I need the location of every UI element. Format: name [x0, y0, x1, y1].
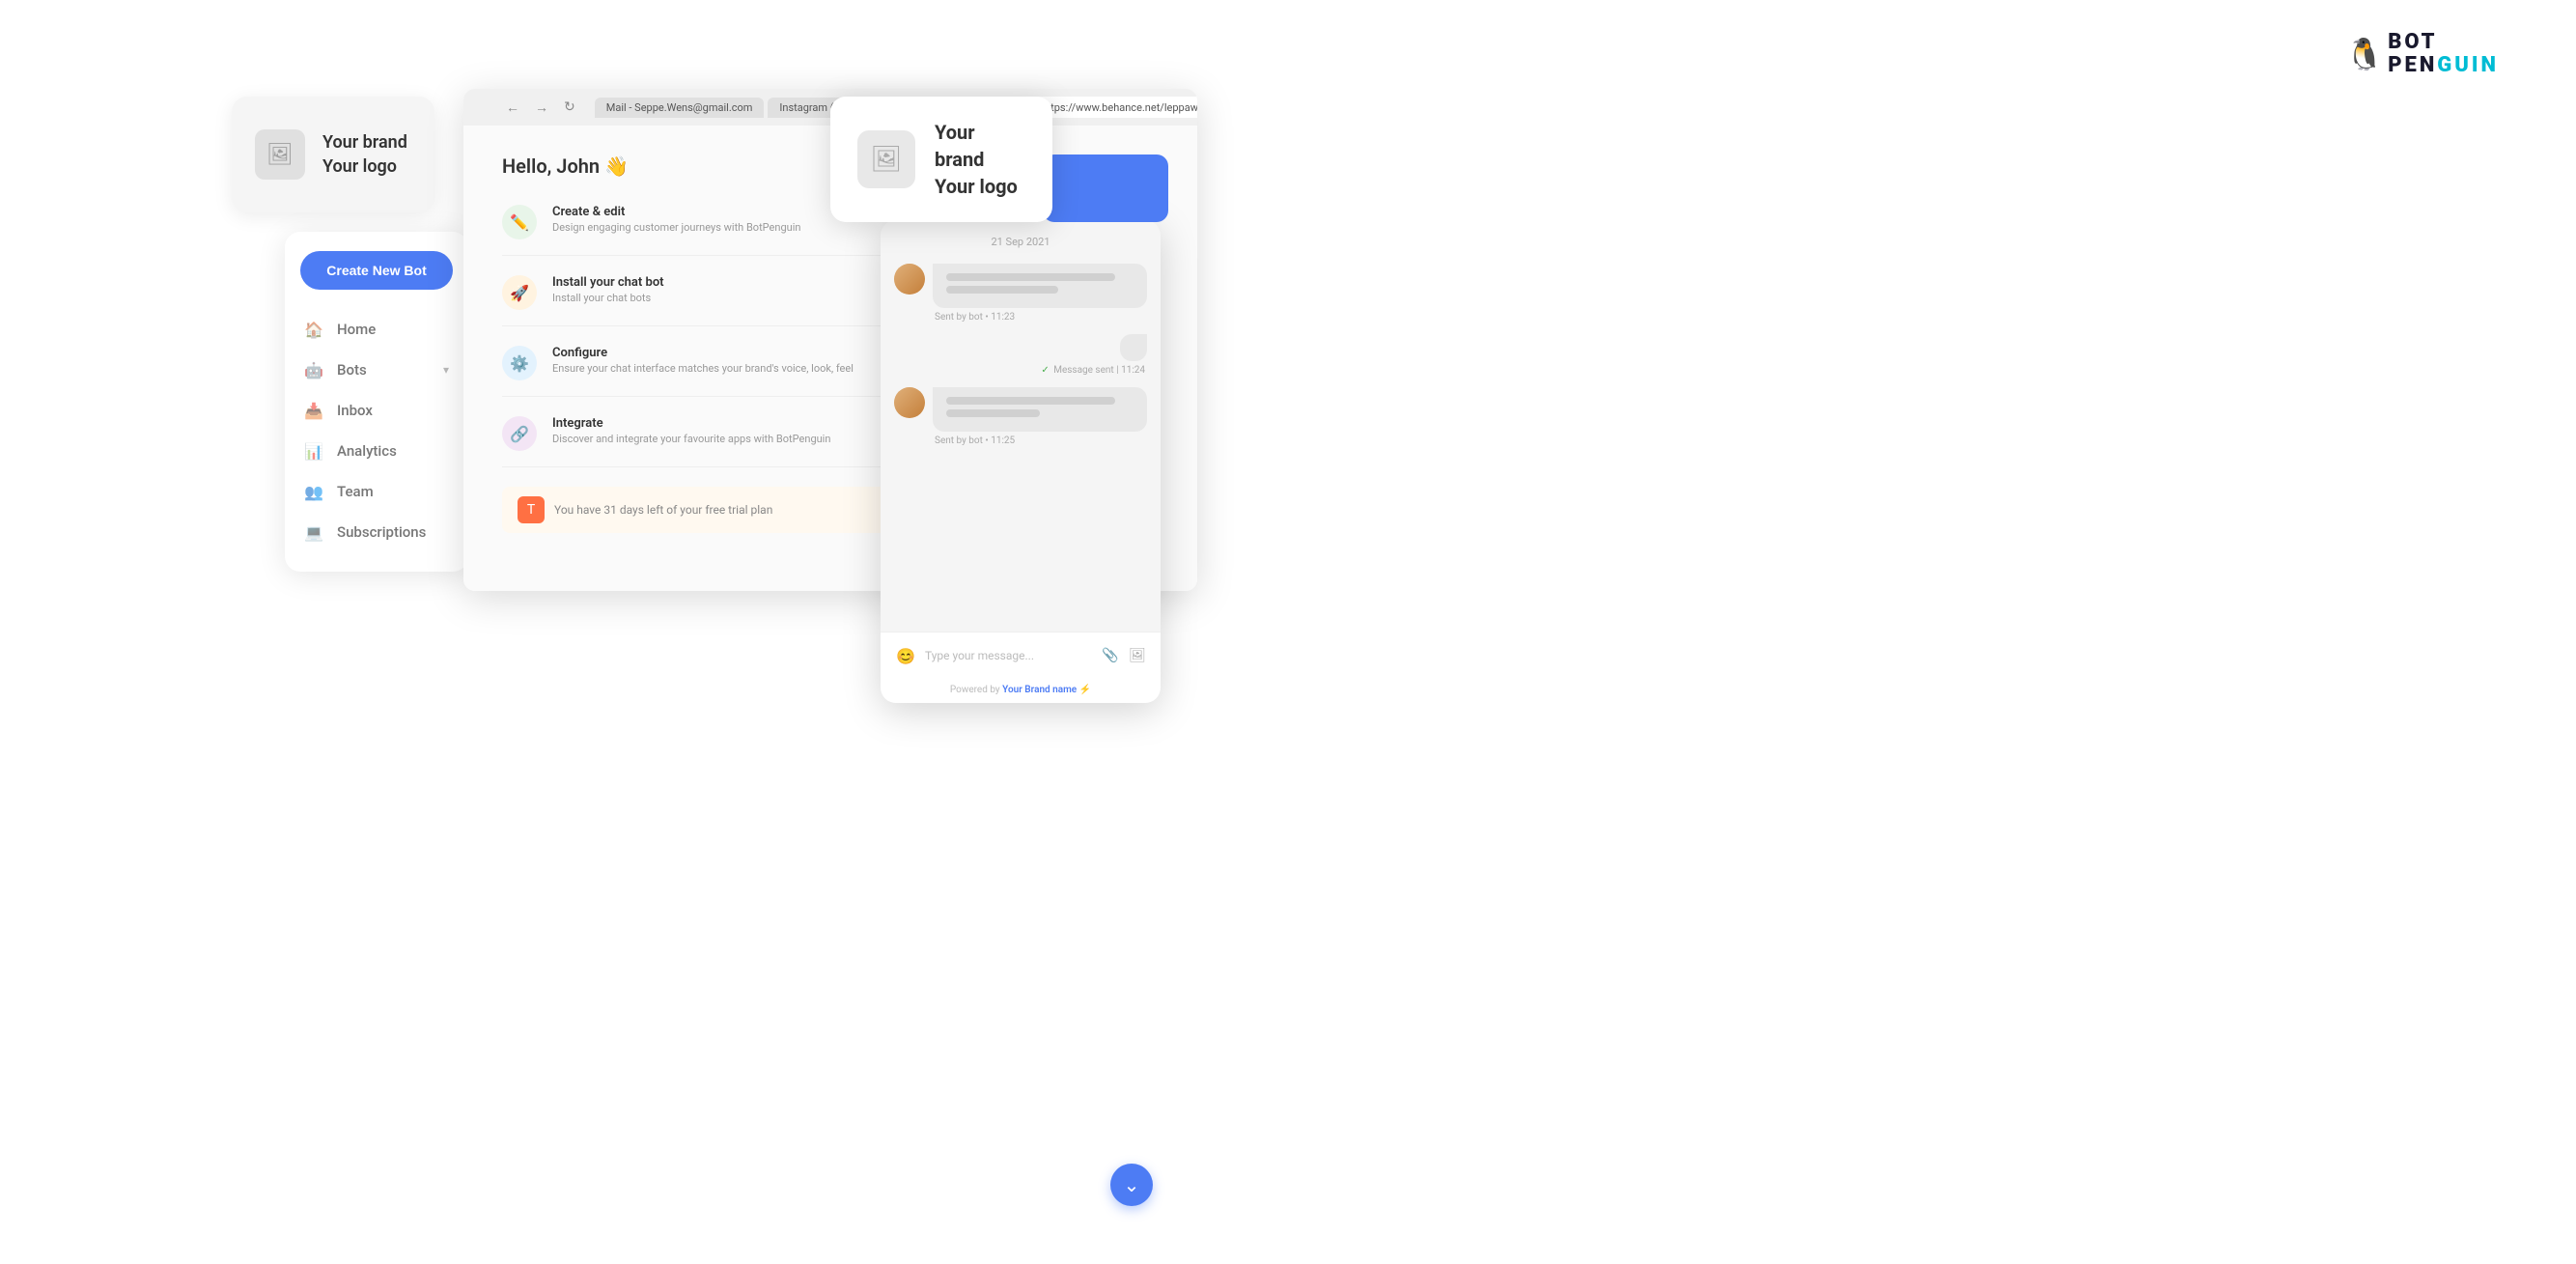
home-icon: 🏠 [304, 320, 323, 339]
chat-bubble-user [1120, 334, 1147, 361]
chat-input-area: 😊 Type your message... 📎 🖼 [881, 632, 1161, 679]
check-icon: ✓ [1041, 365, 1049, 376]
bots-icon: 🤖 [304, 360, 323, 379]
image-button[interactable]: 🖼 [1128, 646, 1147, 665]
chat-meta-bot-1: Sent by bot • 11:23 [935, 312, 1147, 323]
sidebar-item-label-bots: Bots [337, 361, 367, 379]
feature-title-integrate: Integrate [552, 416, 830, 431]
feature-icon-integrate: 🔗 [502, 416, 537, 451]
emoji-button[interactable]: 😊 [894, 644, 917, 667]
logo-text-pen: PEN [2388, 53, 2437, 77]
chat-line [946, 286, 1058, 294]
sidebar-item-inbox[interactable]: 📥 Inbox [285, 390, 468, 431]
brand-card-left: 🖼 Your brand Your logo [232, 97, 434, 212]
chevron-down-icon: ⌄ [1124, 1175, 1140, 1194]
create-new-bot-button[interactable]: Create New Bot [300, 251, 453, 290]
chat-avatar-bot-2 [894, 387, 925, 418]
chat-input[interactable]: Type your message... [925, 649, 1093, 662]
chat-message-bot-2: Sent by bot • 11:25 [894, 387, 1147, 446]
browser-forward-button[interactable]: → [535, 97, 548, 118]
browser-tab-mail[interactable]: Mail - Seppe.Wens@gmail.com [595, 98, 765, 118]
chat-meta-bot-2: Sent by bot • 11:25 [935, 435, 1147, 446]
powered-lightning-icon: ⚡ [1079, 685, 1091, 695]
chat-line [946, 397, 1115, 405]
sidebar-panel: Create New Bot 🏠 Home 🤖 Bots ▾ 📥 Inbox 📊… [285, 232, 468, 572]
chat-powered-brand: Your Brand name [1002, 685, 1077, 695]
trial-text: You have 31 days left of your free trial… [554, 503, 772, 517]
chat-message-user: ✓ Message sent | 11:24 [894, 334, 1147, 376]
brand-logo-left: 🖼 [255, 129, 305, 180]
chat-messages: Sent by bot • 11:23 ✓ Message sent | 11:… [881, 256, 1161, 632]
logo-text-bot: BOT [2388, 30, 2437, 54]
team-icon: 👥 [304, 482, 323, 501]
botpenguin-logo: 🐧 BOT PENGUIN [2345, 31, 2499, 77]
chat-fab-button[interactable]: ⌄ [1110, 1164, 1153, 1206]
browser-refresh-button[interactable]: ↻ [564, 97, 575, 118]
sidebar-item-label-inbox: Inbox [337, 402, 373, 419]
brand-card-right: 🖼 Your brand Your logo [830, 97, 1052, 222]
brand-logo-right: 🖼 [857, 130, 915, 188]
chevron-down-icon: ▾ [443, 363, 449, 377]
sidebar-item-bots[interactable]: 🤖 Bots ▾ [285, 350, 468, 390]
browser-url-bar[interactable]: https://www.behance.net/leppawensenft [1032, 97, 1198, 118]
feature-title-create: Create & edit [552, 205, 800, 219]
chat-bubble-bot-1 [933, 264, 1147, 308]
subscriptions-icon: 💻 [304, 522, 323, 542]
feature-icon-install: 🚀 [502, 275, 537, 310]
sidebar-item-home[interactable]: 🏠 Home [285, 309, 468, 350]
chat-bubble-bot-2 [933, 387, 1147, 432]
feature-title-install: Install your chat bot [552, 275, 664, 290]
chat-meta-user: ✓ Message sent | 11:24 [894, 365, 1145, 376]
trial-icon: T [518, 496, 545, 523]
chat-widget: 21 Sep 2021 Sent by bot • 11:23 [881, 220, 1161, 703]
brand-text-right: Your brand Your logo [935, 119, 1025, 200]
chat-message-bot-1: Sent by bot • 11:23 [894, 264, 1147, 323]
analytics-icon: 📊 [304, 441, 323, 461]
blue-action-card [1043, 154, 1168, 222]
browser-back-button[interactable]: ← [506, 97, 519, 118]
chat-line [946, 409, 1040, 417]
chat-bubble-wrap-2: Sent by bot • 11:25 [933, 387, 1147, 446]
chat-bubble-wrap-1: Sent by bot • 11:23 [933, 264, 1147, 323]
feature-desc-integrate: Discover and integrate your favourite ap… [552, 433, 830, 445]
inbox-icon: 📥 [304, 401, 323, 420]
logo-text-guin: GUIN [2437, 53, 2499, 77]
brand-text-left: Your brand Your logo [322, 130, 407, 179]
sidebar-item-analytics[interactable]: 📊 Analytics [285, 431, 468, 471]
brand-logo-icon-right: 🖼 [870, 145, 902, 174]
chat-powered-by: Powered by Your Brand name ⚡ [881, 679, 1161, 703]
sidebar-item-label-team: Team [337, 483, 374, 500]
chat-line [946, 273, 1115, 281]
sidebar-item-label-subscriptions: Subscriptions [337, 523, 426, 541]
chat-date-separator: 21 Sep 2021 [881, 220, 1161, 256]
brand-logo-icon-left: 🖼 [266, 143, 294, 167]
feature-title-configure: Configure [552, 346, 854, 360]
feature-icon-configure: ⚙️ [502, 346, 537, 380]
feature-desc-create: Design engaging customer journeys with B… [552, 221, 800, 234]
sidebar-item-team[interactable]: 👥 Team [285, 471, 468, 512]
sidebar-item-label-analytics: Analytics [337, 442, 397, 460]
chat-avatar-bot-1 [894, 264, 925, 295]
sidebar-item-label-home: Home [337, 321, 376, 338]
sidebar-item-subscriptions[interactable]: 💻 Subscriptions [285, 512, 468, 552]
logo-penguin-icon: 🐧 [2345, 36, 2384, 72]
feature-desc-configure: Ensure your chat interface matches your … [552, 362, 854, 375]
attach-button[interactable]: 📎 [1101, 646, 1120, 665]
feature-desc-install: Install your chat bots [552, 292, 664, 304]
feature-icon-create: ✏️ [502, 205, 537, 239]
